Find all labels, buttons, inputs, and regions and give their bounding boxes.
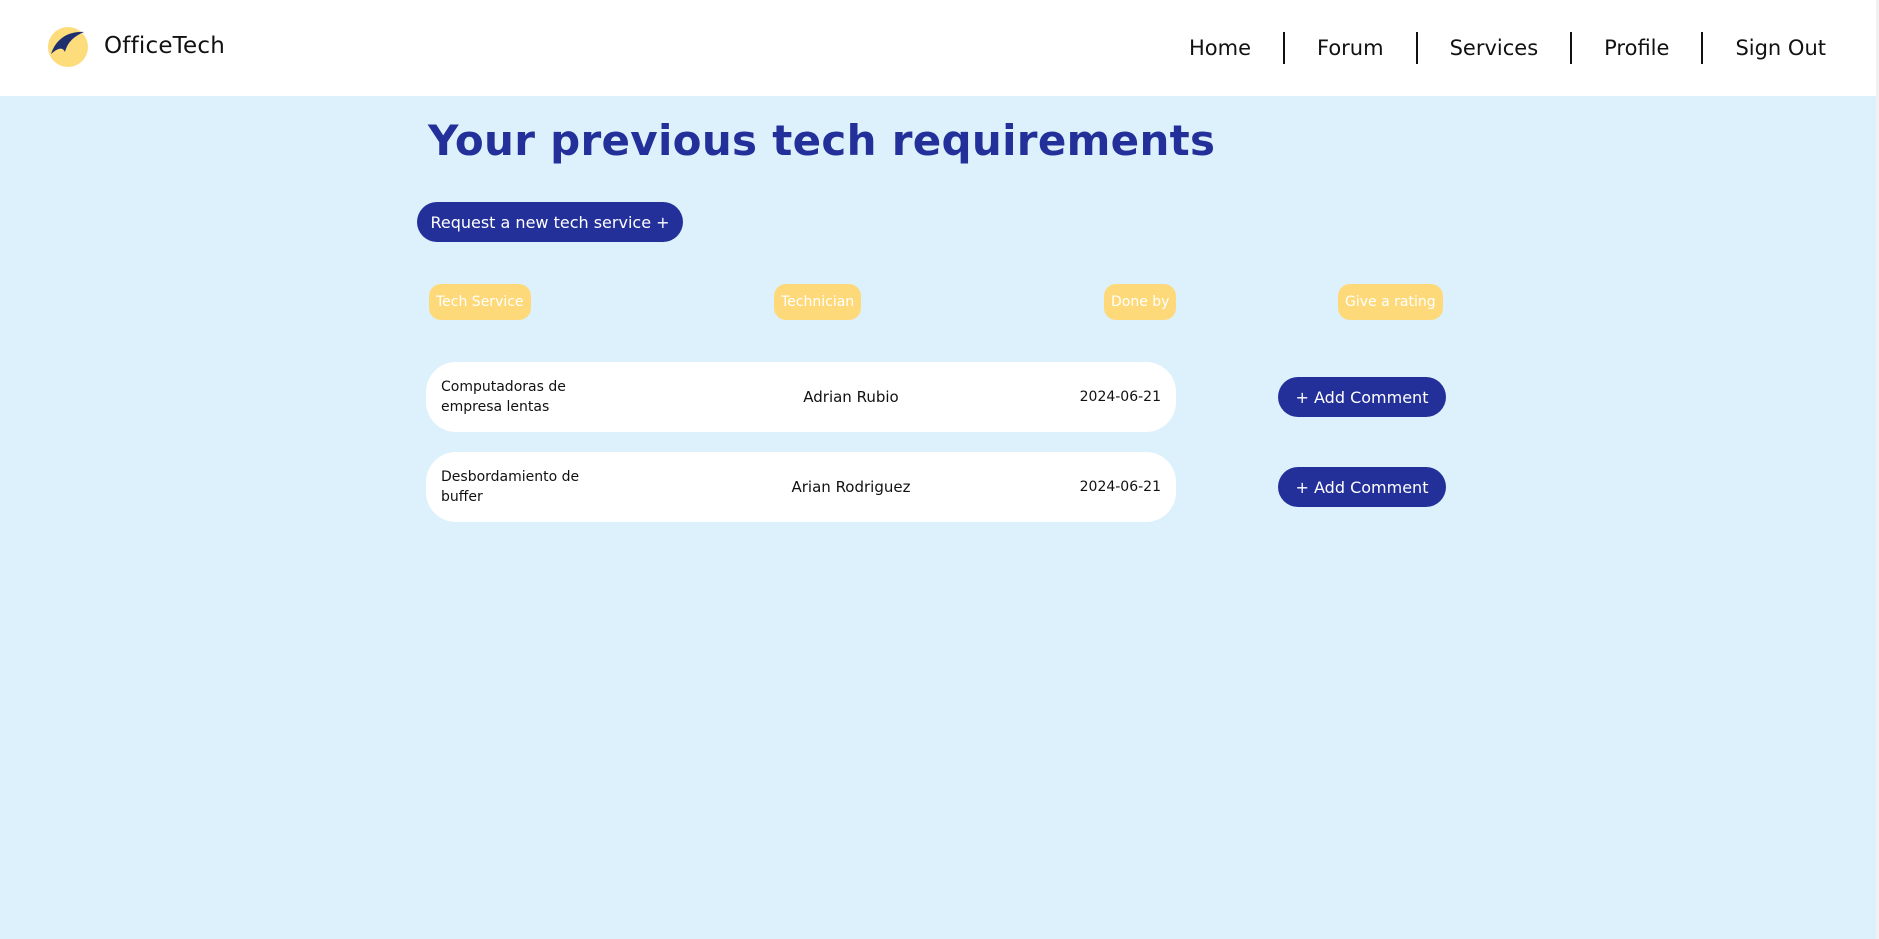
nav-forum[interactable]: Forum: [1285, 32, 1416, 64]
column-header-technician: Technician: [774, 284, 862, 320]
row-service: Computadoras de empresa lentas: [441, 379, 566, 415]
nav-services[interactable]: Services: [1418, 32, 1571, 64]
brand-name[interactable]: OfficeTech: [104, 33, 225, 59]
service-row: Computadoras de empresa lentas Adrian Ru…: [426, 362, 1176, 432]
nav-sign-out[interactable]: Sign Out: [1703, 32, 1826, 64]
row-technician: Adrian Rubio: [803, 388, 899, 406]
officetech-logo-icon[interactable]: [48, 27, 88, 67]
add-comment-button[interactable]: + Add Comment: [1278, 467, 1446, 507]
row-technician: Arian Rodriguez: [791, 478, 911, 496]
main-nav: Home Forum Services Profile Sign Out: [1157, 32, 1826, 64]
service-row: Desbordamiento de buffer Arian Rodriguez…: [426, 452, 1176, 522]
top-navigation-bar: OfficeTech Home Forum Services Profile S…: [0, 0, 1876, 96]
column-header-done-by: Done by: [1104, 284, 1177, 320]
nav-home[interactable]: Home: [1157, 32, 1283, 64]
page-title: Your previous tech requirements: [428, 116, 1216, 165]
request-new-service-button[interactable]: Request a new tech service +: [417, 202, 683, 242]
add-comment-button[interactable]: + Add Comment: [1278, 377, 1446, 417]
row-date: 2024-06-21: [1079, 389, 1161, 405]
column-header-give-rating: Give a rating: [1338, 284, 1443, 320]
nav-profile[interactable]: Profile: [1572, 32, 1701, 64]
column-header-tech-service: Tech Service: [429, 284, 531, 320]
row-service: Desbordamiento de buffer: [441, 469, 580, 505]
row-date: 2024-06-21: [1079, 479, 1161, 495]
